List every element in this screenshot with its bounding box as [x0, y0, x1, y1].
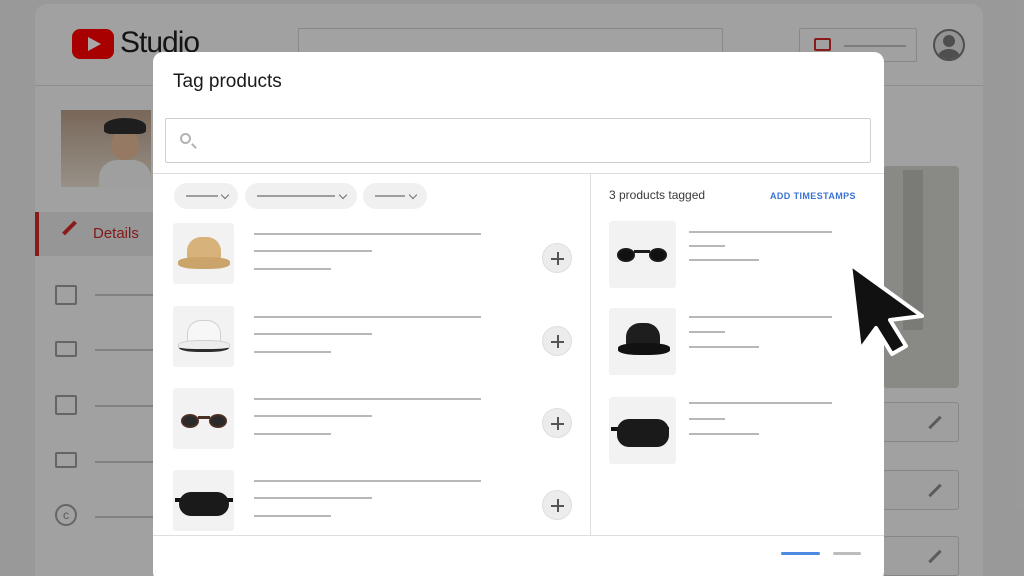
product-search-box[interactable] [165, 118, 871, 163]
filter-chip[interactable] [245, 183, 357, 209]
page-indicator[interactable] [833, 552, 861, 555]
chip-label-placeholder [375, 195, 405, 197]
belt-bag-black-icon [609, 397, 676, 464]
product-price-placeholder [254, 497, 372, 499]
add-product-button[interactable] [542, 490, 572, 520]
divider [153, 535, 884, 536]
dialog-title: Tag products [173, 71, 282, 92]
add-product-button[interactable] [542, 408, 572, 438]
product-name-placeholder [689, 402, 832, 404]
bucket-hat-tan-icon [173, 223, 234, 284]
product-list-item[interactable] [173, 223, 578, 287]
sunglasses-black-icon [609, 221, 676, 288]
belt-bag-black-icon [173, 470, 234, 531]
product-name-placeholder [254, 398, 481, 400]
tagged-product-item[interactable] [609, 221, 859, 289]
product-name-placeholder [254, 480, 481, 482]
chevron-down-icon [220, 190, 230, 200]
product-name-placeholder [689, 316, 832, 318]
product-price-placeholder [254, 333, 372, 335]
add-product-button[interactable] [542, 326, 572, 356]
divider [590, 173, 591, 535]
product-price-placeholder [254, 415, 372, 417]
product-price-placeholder [689, 331, 725, 333]
tagged-count-label: 3 products tagged [609, 188, 706, 202]
product-store-placeholder [254, 433, 331, 435]
chip-label-placeholder [186, 195, 218, 197]
chevron-down-icon [338, 190, 348, 200]
filter-chip[interactable] [174, 183, 238, 209]
product-store-placeholder [254, 268, 331, 270]
product-list-item[interactable] [173, 306, 578, 370]
product-price-placeholder [254, 250, 372, 252]
product-price-placeholder [689, 245, 725, 247]
product-store-placeholder [254, 515, 331, 517]
bucket-hat-white-icon [173, 306, 234, 367]
product-list-item[interactable] [173, 470, 578, 534]
tag-products-dialog: Tag products 3 products tagged ADD TIMES… [153, 52, 884, 576]
product-list-item[interactable] [173, 388, 578, 452]
chip-label-placeholder [257, 195, 335, 197]
product-name-placeholder [689, 231, 832, 233]
add-timestamps-button[interactable]: ADD TIMESTAMPS [770, 191, 856, 201]
product-price-placeholder [689, 418, 725, 420]
product-search-input[interactable] [202, 129, 852, 153]
search-icon [180, 133, 191, 144]
add-product-button[interactable] [542, 243, 572, 273]
product-store-placeholder [689, 259, 759, 261]
divider [153, 173, 884, 174]
product-store-placeholder [689, 433, 759, 435]
product-store-placeholder [254, 351, 331, 353]
page-indicator-active[interactable] [781, 552, 820, 555]
filter-chip[interactable] [363, 183, 427, 209]
mouse-cursor-icon [848, 262, 924, 356]
tagged-product-item[interactable] [609, 397, 859, 465]
tagged-product-item[interactable] [609, 308, 859, 376]
sunglasses-tortoise-icon [173, 388, 234, 449]
product-name-placeholder [254, 233, 481, 235]
chevron-down-icon [408, 190, 418, 200]
product-name-placeholder [254, 316, 481, 318]
product-store-placeholder [689, 346, 759, 348]
bucket-hat-black-icon [609, 308, 676, 375]
